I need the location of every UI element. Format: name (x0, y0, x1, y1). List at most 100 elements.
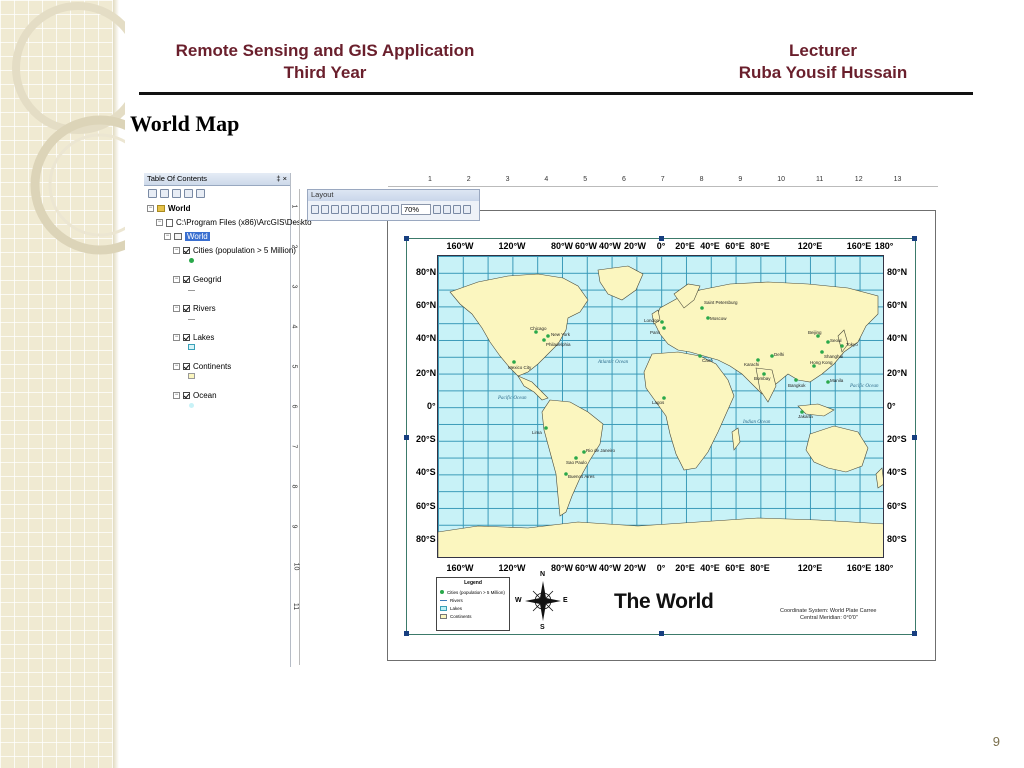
collapse-icon[interactable]: − (173, 334, 180, 341)
layer-continents[interactable]: − Continents (173, 362, 231, 371)
city-label: New York (551, 332, 571, 337)
data-driven-pages-icon[interactable] (463, 205, 471, 214)
options-icon[interactable] (196, 189, 205, 198)
longitude-label: 60°E (725, 563, 745, 573)
list-by-drawing-order-icon[interactable] (148, 189, 157, 198)
toc-title-bar: Table Of Contents ‡ × (144, 173, 290, 186)
longitude-label: 40°E (700, 241, 720, 251)
north-arrow[interactable]: N S W E (515, 570, 568, 632)
collapse-icon[interactable]: − (147, 205, 154, 212)
focus-data-frame-icon[interactable] (443, 205, 451, 214)
resize-handle[interactable] (404, 435, 409, 440)
compass-e: E (563, 597, 568, 604)
collapse-icon[interactable]: − (173, 363, 180, 370)
resize-handle[interactable] (404, 236, 409, 241)
latitude-label: 60°S (416, 501, 436, 511)
ruler-tick-label: 6 (622, 176, 626, 183)
ruler-tick-label: 8 (699, 176, 704, 183)
longitude-label: 80°E (750, 563, 770, 573)
toc-window-controls[interactable]: ‡ × (276, 174, 287, 183)
tree-node-path[interactable]: − C:\Program Files (x86)\ArcGIS\Deskto (156, 218, 312, 227)
layer-checkbox[interactable] (183, 363, 190, 370)
ruler-tick-label: 9 (290, 524, 298, 529)
layer-rivers[interactable]: − Rivers (173, 304, 216, 313)
resize-handle[interactable] (912, 236, 917, 241)
map-legend[interactable]: Legend Cities (population > 5 Million) R… (436, 577, 510, 631)
layer-lakes[interactable]: − Lakes (173, 333, 214, 342)
antarctica-shape (438, 517, 883, 557)
collapse-icon[interactable]: − (173, 305, 180, 312)
list-by-visibility-icon[interactable] (172, 189, 181, 198)
collapse-icon[interactable]: − (173, 276, 180, 283)
ruler-tick-label: 13 (893, 176, 902, 183)
fixed-zoom-in-icon[interactable] (361, 205, 369, 214)
latitude-label: 20°N (887, 368, 908, 378)
longitude-label: 160°W (446, 241, 474, 251)
city-label: Beijing (808, 330, 822, 335)
longitude-label: 120°W (498, 241, 526, 251)
layer-checkbox[interactable] (183, 392, 190, 399)
course-year: Third Year (283, 63, 367, 82)
coordinate-system-text[interactable]: Coordinate System: World Plate Carree Ce… (780, 608, 900, 622)
central-meridian: Central Meridian: 0°0'0" (800, 615, 858, 621)
latitude-label: 60°N (416, 300, 437, 310)
toc-toolbar (144, 186, 290, 202)
world-map[interactable]: Atlantic Ocean Pacific Ocean Indian Ocea… (437, 255, 884, 558)
continents-symbol-icon (188, 373, 195, 379)
city-label: Cairo (702, 358, 713, 363)
continent-swatch-icon (440, 613, 447, 619)
resize-handle[interactable] (404, 631, 409, 636)
latitude-label: 40°N (416, 333, 437, 343)
ruler-tick-label: 1 (428, 176, 432, 183)
zoom-100-icon[interactable] (351, 205, 359, 214)
city-label: Shanghai (824, 354, 844, 359)
layer-cities[interactable]: − Cities (population > 5 Million) (173, 246, 296, 255)
back-extent-icon[interactable] (381, 205, 389, 214)
ruler-tick-label: 4 (290, 324, 298, 329)
table-of-contents-panel: Table Of Contents ‡ × − World − C:\Progr… (144, 173, 312, 667)
zoom-select[interactable]: 70% (401, 204, 431, 215)
pan-icon[interactable] (331, 205, 339, 214)
zoom-in-icon[interactable] (311, 205, 319, 214)
list-by-source-icon[interactable] (160, 189, 169, 198)
collapse-icon[interactable]: − (173, 392, 180, 399)
resize-handle[interactable] (659, 631, 664, 636)
layer-checkbox[interactable] (183, 276, 190, 283)
city-label: Buenos Aires (568, 474, 595, 479)
forward-extent-icon[interactable] (391, 205, 399, 214)
resize-handle[interactable] (912, 631, 917, 636)
collapse-icon[interactable]: − (173, 247, 180, 254)
latitude-label: 60°N (887, 300, 908, 310)
city-label: Rio de Janeiro (586, 448, 616, 453)
longitude-label: 60°E (725, 241, 745, 251)
rivers-symbol-icon (188, 319, 195, 320)
longitude-label: 40°W (598, 241, 622, 251)
cities-symbol-icon (189, 258, 194, 263)
layer-checkbox[interactable] (183, 247, 190, 254)
latitude-label: 0° (887, 401, 896, 411)
layout-page[interactable]: Atlantic Ocean Pacific Ocean Indian Ocea… (387, 210, 936, 661)
change-layout-icon[interactable] (453, 205, 461, 214)
longitude-label: 0° (656, 241, 666, 251)
fixed-zoom-out-icon[interactable] (371, 205, 379, 214)
layout-toolbar-title: Layout (308, 190, 479, 201)
south-america-shape (541, 399, 604, 517)
collapse-icon[interactable]: − (164, 233, 171, 240)
tree-node-dataframe[interactable]: − World (164, 232, 210, 241)
toggle-draft-mode-icon[interactable] (433, 205, 441, 214)
city-label: Philadelphia (546, 342, 571, 347)
layer-geogrid[interactable]: − Geogrid (173, 275, 221, 284)
resize-handle[interactable] (912, 435, 917, 440)
zoom-out-icon[interactable] (321, 205, 329, 214)
layer-ocean[interactable]: − Ocean (173, 391, 217, 400)
map-title[interactable]: The World (614, 590, 714, 614)
tree-node-root[interactable]: − World (147, 204, 191, 213)
collapse-icon[interactable]: − (156, 219, 163, 226)
list-by-selection-icon[interactable] (184, 189, 193, 198)
layer-checkbox[interactable] (183, 334, 190, 341)
longitude-label: 160°W (446, 563, 474, 573)
longitude-label: 80°E (750, 241, 770, 251)
zoom-whole-page-icon[interactable] (341, 205, 349, 214)
longitude-label: 80°W (550, 241, 574, 251)
layer-checkbox[interactable] (183, 305, 190, 312)
